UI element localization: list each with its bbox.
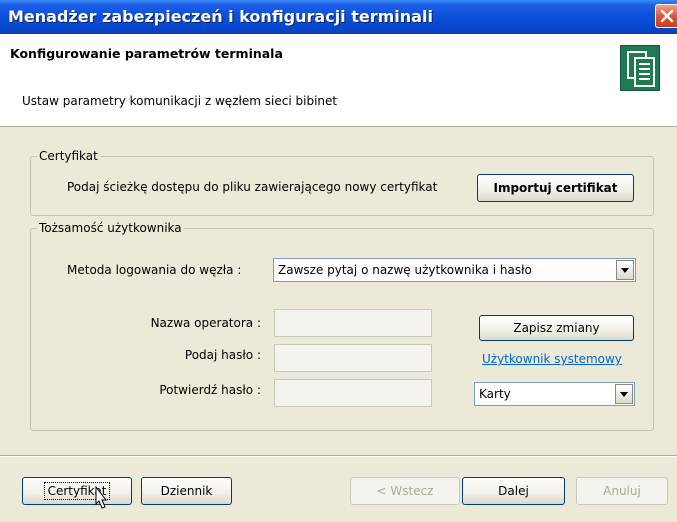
identity-group-legend: Tożsamość użytkownika xyxy=(37,221,184,235)
operator-input[interactable] xyxy=(274,309,432,337)
log-button[interactable]: Dziennik xyxy=(141,477,232,505)
password-input[interactable] xyxy=(274,344,432,372)
title-bar: Menadżer zabezpieczeń i konfiguracji ter… xyxy=(0,0,677,34)
chevron-down-icon[interactable] xyxy=(616,260,634,280)
chevron-down-icon[interactable] xyxy=(615,384,633,404)
certificate-document-icon xyxy=(620,45,660,91)
login-method-label: Metoda logowania do węzła : xyxy=(67,263,242,277)
auth-type-value: Karty xyxy=(479,387,511,401)
back-button[interactable]: < Wstecz xyxy=(350,477,460,505)
auth-type-select[interactable]: Karty xyxy=(474,382,635,406)
window-title: Menadżer zabezpieczeń i konfiguracji ter… xyxy=(8,7,433,26)
password-label: Podaj hasło : xyxy=(184,348,261,362)
page-subtitle: Ustaw parametry komunikacji z węzłem sie… xyxy=(22,94,338,108)
login-method-select[interactable]: Zawsze pytaj o nazwę użytkownika i hasło xyxy=(273,258,636,282)
certificate-button[interactable]: Certyfikat xyxy=(22,477,132,505)
confirm-password-label: Potwierdź hasło : xyxy=(159,383,261,397)
mouse-pointer-icon xyxy=(95,486,108,509)
close-button[interactable] xyxy=(655,4,677,28)
operator-label: Nazwa operatora : xyxy=(150,316,261,330)
import-certificate-button[interactable]: Importuj certifikat xyxy=(477,174,634,202)
close-icon xyxy=(660,9,673,23)
wizard-header: Konfigurowanie parametrów terminala Usta… xyxy=(0,34,677,127)
login-method-value: Zawsze pytaj o nazwę użytkownika i hasło xyxy=(278,263,532,277)
next-button[interactable]: Dalej xyxy=(462,477,565,505)
confirm-password-input[interactable] xyxy=(274,379,432,407)
system-user-link[interactable]: Użytkownik systemowy xyxy=(482,352,622,366)
page-title: Konfigurowanie parametrów terminala xyxy=(10,46,283,61)
save-changes-button[interactable]: Zapisz zmiany xyxy=(479,315,634,341)
certificate-group-legend: Certyfikat xyxy=(37,149,100,163)
certificate-description: Podaj ścieżkę dostępu do pliku zawierają… xyxy=(67,180,438,194)
cancel-button[interactable]: Anuluj xyxy=(576,477,668,505)
footer-divider xyxy=(0,455,677,457)
